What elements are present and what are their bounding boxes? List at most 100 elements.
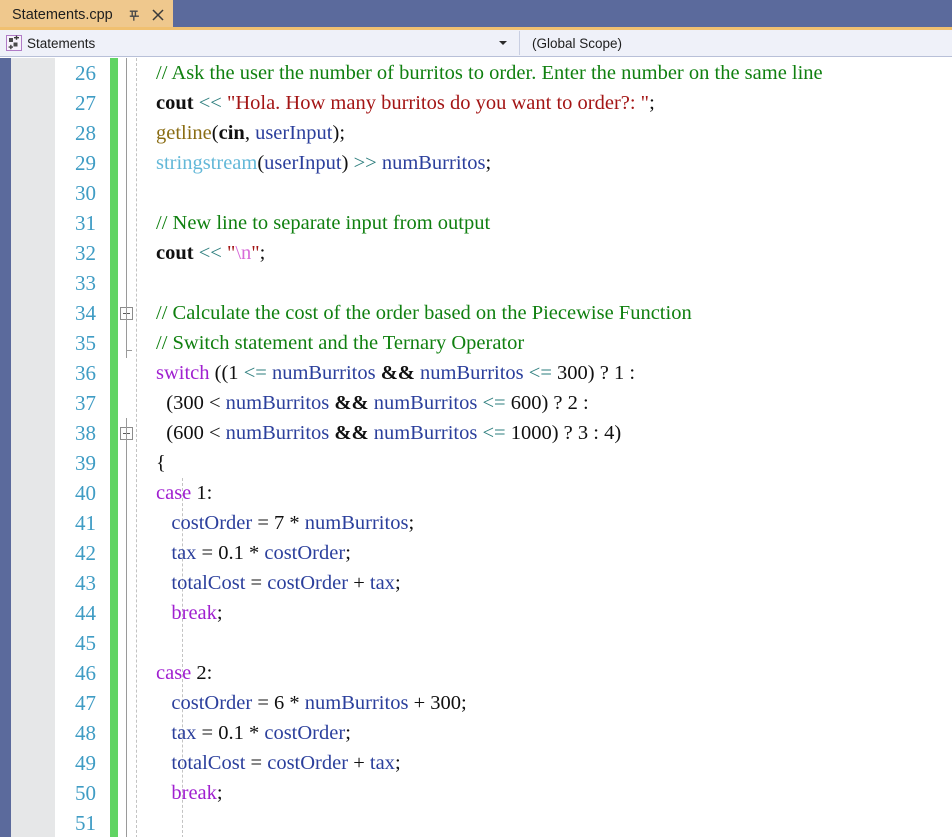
code-line-text: getline(cin, userInput); — [156, 118, 345, 148]
code-line-text: totalCost = costOrder + tax; — [156, 748, 400, 778]
code-line-text: // Switch statement and the Ternary Oper… — [156, 328, 524, 358]
code-line-text: switch ((1 <= numBurritos && numBurritos… — [156, 358, 635, 388]
navigation-bar: Statements (Global Scope) — [0, 30, 952, 57]
code-token: ; — [649, 92, 655, 114]
member-scope-label: (Global Scope) — [532, 35, 623, 51]
code-token: numBurritos — [271, 362, 376, 384]
code-token: break — [171, 602, 217, 624]
code-line[interactable]: 32 cout << "\n"; — [0, 238, 952, 268]
code-line[interactable]: 37 (300 < numBurritos && numBurritos <= … — [0, 388, 952, 418]
document-tab-strip: Statements.cpp — [0, 0, 952, 30]
code-token: getline — [156, 122, 212, 144]
code-line[interactable]: 44 break; — [0, 598, 952, 628]
code-line[interactable]: 42 tax = 0.1 * costOrder; — [0, 538, 952, 568]
code-line-text: costOrder = 7 * numBurritos; — [156, 508, 414, 538]
line-number: 43 — [75, 571, 96, 595]
line-number: 32 — [75, 241, 96, 265]
code-token: (600 < — [156, 422, 226, 444]
code-line-text: cout << "Hola. How many burritos do you … — [156, 88, 655, 118]
code-token: ; — [345, 542, 351, 564]
code-token: totalCost — [171, 572, 246, 594]
code-token: numBurritos — [373, 422, 478, 444]
chevron-down-icon[interactable] — [499, 41, 507, 45]
line-number: 36 — [75, 361, 96, 385]
line-number: 51 — [75, 811, 96, 835]
code-line[interactable]: 43 totalCost = costOrder + tax; — [0, 568, 952, 598]
code-line[interactable]: 45 — [0, 628, 952, 658]
code-line[interactable]: 31 // New line to separate input from out… — [0, 208, 952, 238]
code-token: switch — [156, 362, 210, 384]
document-tab-statements-cpp[interactable]: Statements.cpp — [0, 0, 173, 29]
code-line-text: (300 < numBurritos && numBurritos <= 600… — [156, 388, 588, 418]
code-line[interactable]: 46 case 2: — [0, 658, 952, 688]
line-number: 38 — [75, 421, 96, 445]
code-token: = 7 * — [252, 512, 305, 534]
code-line[interactable]: 27 cout << "Hola. How many burritos do yo… — [0, 88, 952, 118]
code-token: totalCost — [171, 752, 246, 774]
line-number: 48 — [75, 721, 96, 745]
code-token: ) — [341, 152, 354, 174]
code-line[interactable]: 30 — [0, 178, 952, 208]
project-scope-dropdown[interactable]: Statements — [0, 30, 519, 56]
code-token: costOrder — [171, 692, 253, 714]
code-line[interactable]: 40 case 1: — [0, 478, 952, 508]
code-line[interactable]: 39 { — [0, 448, 952, 478]
code-line[interactable]: 50 break; — [0, 778, 952, 808]
code-token: { — [156, 452, 166, 474]
code-token: + — [348, 572, 370, 594]
code-line[interactable]: 28 getline(cin, userInput); — [0, 118, 952, 148]
code-token: tax — [171, 722, 197, 744]
code-line[interactable]: 38 (600 < numBurritos && numBurritos <= … — [0, 418, 952, 448]
code-line[interactable]: 48 tax = 0.1 * costOrder; — [0, 718, 952, 748]
line-number: 28 — [75, 121, 96, 145]
code-token: ; — [345, 722, 351, 744]
code-token: // Ask the user the number of burritos t… — [156, 62, 823, 84]
code-token: cout — [156, 242, 194, 264]
code-token: ; — [216, 782, 223, 804]
code-line[interactable]: 33 — [0, 268, 952, 298]
pin-icon[interactable] — [127, 8, 141, 22]
member-scope-dropdown[interactable]: (Global Scope) — [520, 30, 952, 56]
code-lines-container[interactable]: 26 // Ask the user the number of burritos… — [0, 58, 952, 837]
code-line[interactable]: 35 // Switch statement and the Ternary Op… — [0, 328, 952, 358]
code-token: <= — [528, 362, 552, 384]
code-line-text: tax = 0.1 * costOrder; — [156, 718, 351, 748]
code-token: tax — [369, 572, 395, 594]
line-number: 37 — [75, 391, 96, 415]
code-line[interactable]: 51 — [0, 808, 952, 837]
line-number: 35 — [75, 331, 96, 355]
line-number: 39 — [75, 451, 96, 475]
code-line[interactable]: 49 totalCost = costOrder + tax; — [0, 748, 952, 778]
code-token: // Switch statement and the Ternary Oper… — [156, 332, 525, 354]
code-editor-surface[interactable]: 26 // Ask the user the number of burritos… — [0, 58, 952, 837]
code-line[interactable]: 26 // Ask the user the number of burritos… — [0, 58, 952, 88]
code-line[interactable]: 41 costOrder = 7 * numBurritos; — [0, 508, 952, 538]
code-token: <= — [243, 362, 267, 384]
code-token: = 0.1 * — [196, 542, 265, 564]
code-line-text: // Calculate the cost of the order based… — [156, 298, 692, 328]
line-number: 44 — [75, 601, 96, 625]
code-token: numBurritos — [225, 392, 330, 414]
code-token: tax — [171, 542, 197, 564]
code-line-text: break; — [156, 778, 223, 808]
code-line-text: totalCost = costOrder + tax; — [156, 568, 400, 598]
close-icon[interactable] — [151, 8, 165, 22]
code-line-text: break; — [156, 598, 222, 628]
code-token: <= — [482, 422, 506, 444]
code-token: ; — [408, 512, 415, 534]
code-line[interactable]: 36 switch ((1 <= numBurritos && numBurrit… — [0, 358, 952, 388]
code-token: costOrder — [171, 512, 253, 534]
code-line[interactable]: 34 // Calculate the cost of the order bas… — [0, 298, 952, 328]
code-token: <= — [482, 392, 506, 414]
code-line-text: case 1: — [156, 478, 212, 508]
code-line-text: cout << "\n"; — [156, 238, 265, 268]
code-token: >> — [353, 152, 377, 174]
code-line-text: // New line to separate input from outpu… — [156, 208, 490, 238]
code-line[interactable]: 47 costOrder = 6 * numBurritos + 300; — [0, 688, 952, 718]
code-line[interactable]: 29 stringstream(userInput) >> numBurritos… — [0, 148, 952, 178]
code-token: numBurritos — [225, 422, 330, 444]
code-token: userInput — [255, 122, 333, 144]
